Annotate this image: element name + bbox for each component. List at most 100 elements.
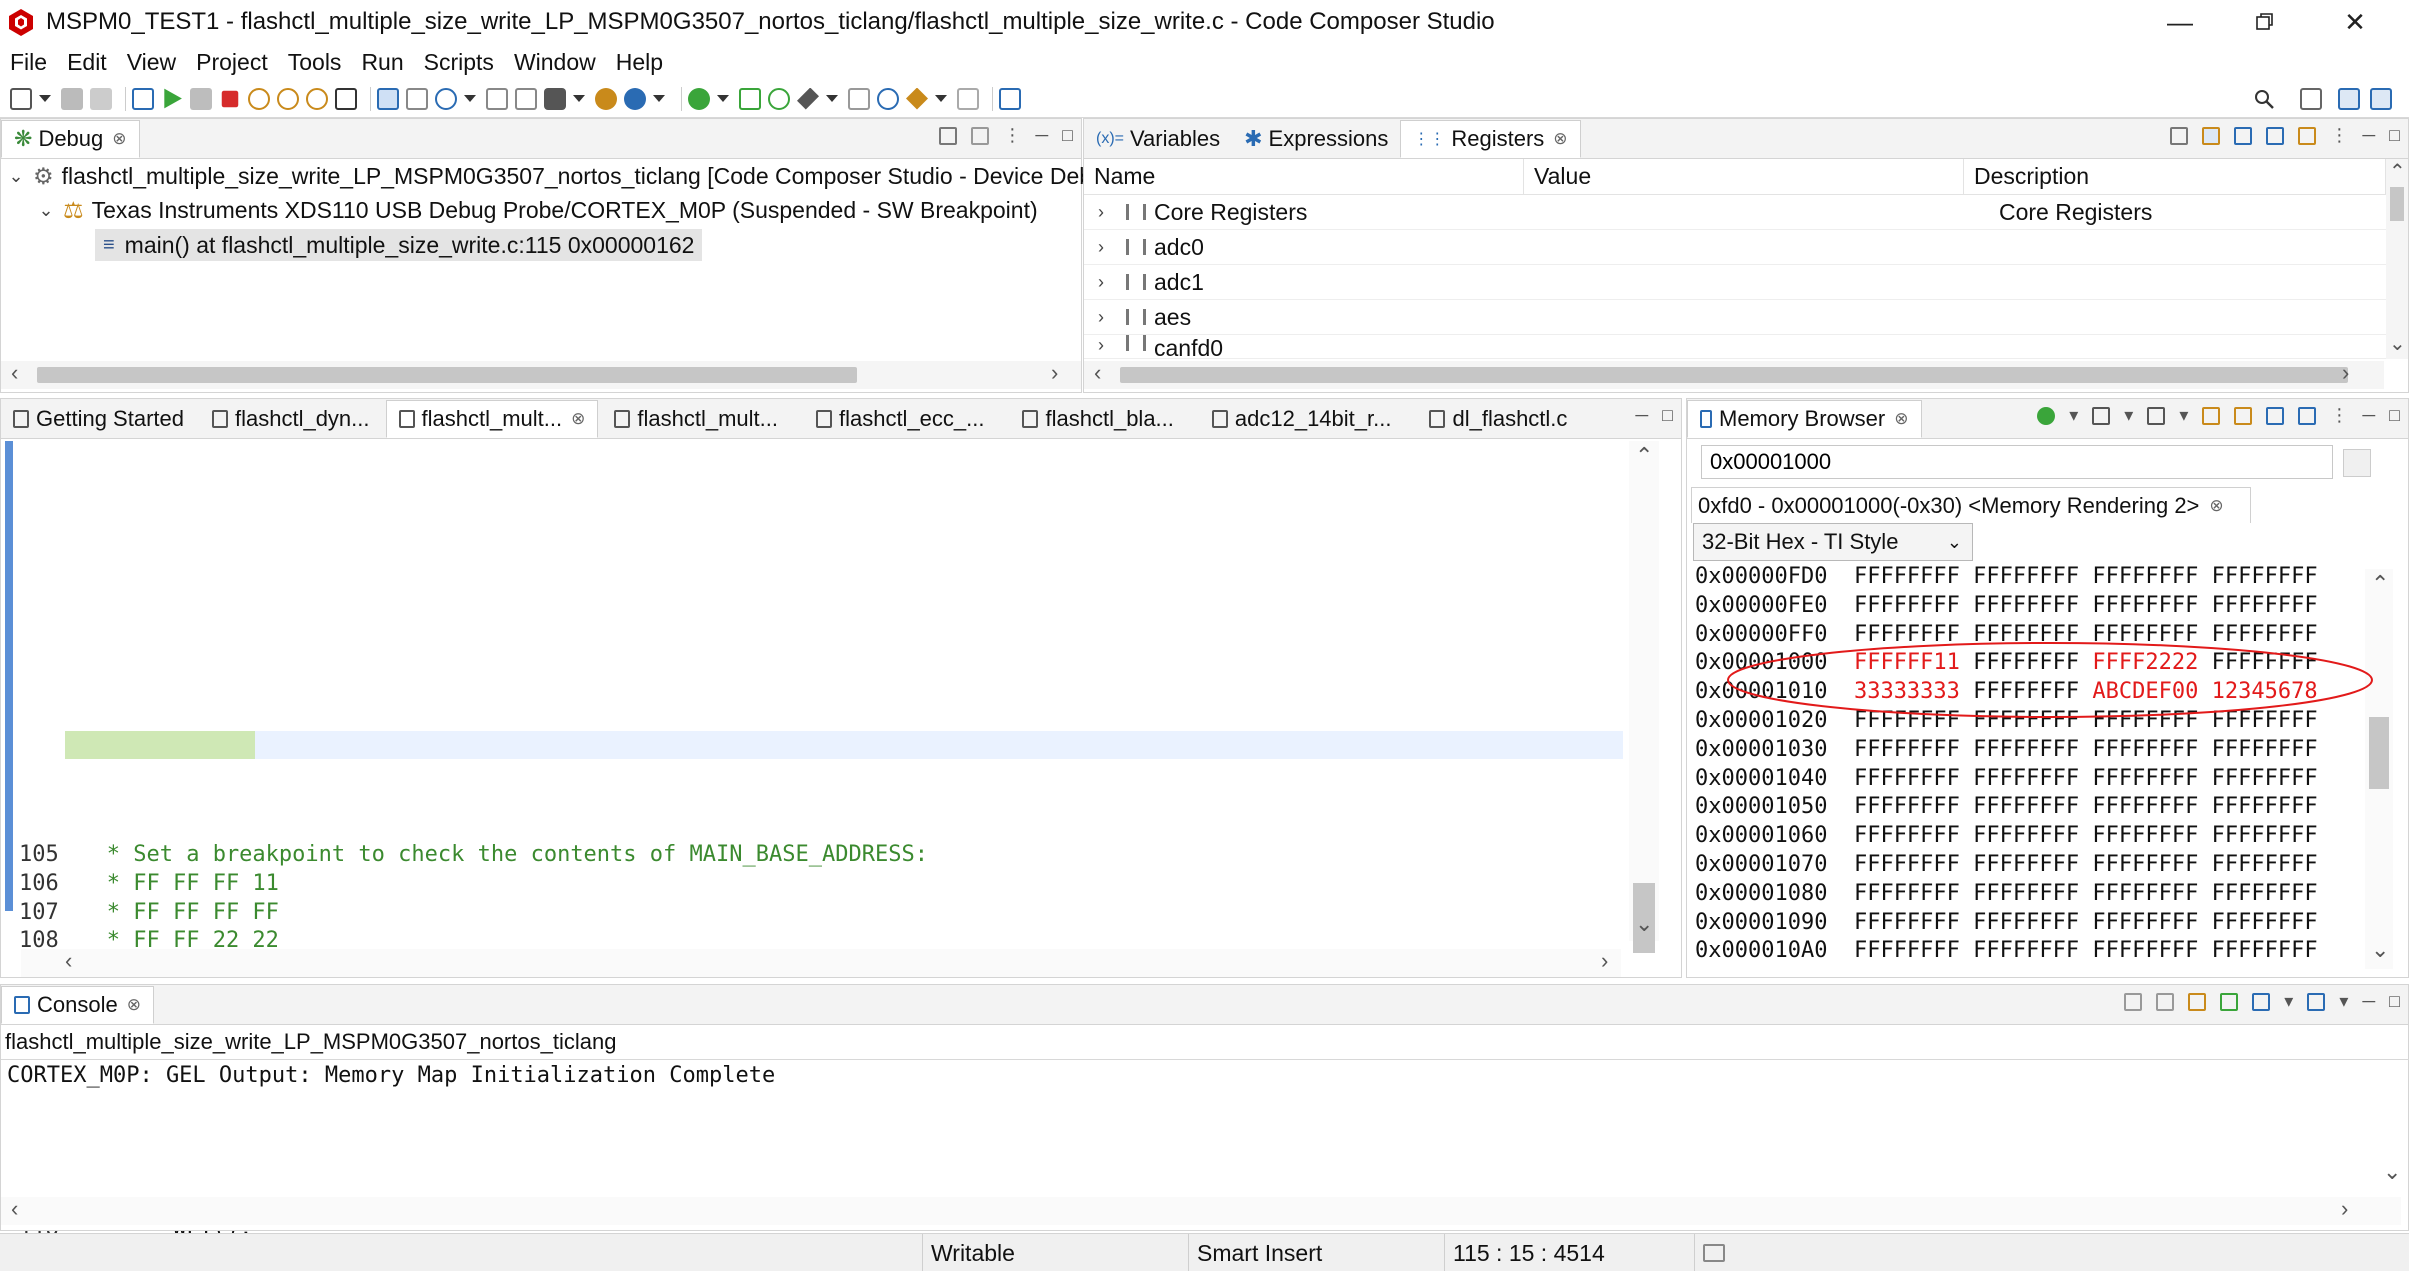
scroll-right-icon[interactable]: ›: [1601, 948, 1608, 974]
minimize-view-icon[interactable]: ─: [2362, 991, 2375, 1012]
memory-word[interactable]: FFFFFFFF: [1854, 593, 1960, 618]
scroll-left-icon[interactable]: ‹: [11, 1196, 18, 1222]
chevron-right-icon[interactable]: ›: [1090, 272, 1112, 293]
console-hscrollbar[interactable]: ‹ ›: [1, 1196, 2401, 1225]
debug-probe-node[interactable]: ⌄ ⚖ Texas Instruments XDS110 USB Debug P…: [35, 193, 1037, 227]
console-toggle-icon[interactable]: [848, 87, 870, 110]
new-dropdown-icon[interactable]: [39, 95, 51, 102]
new-console-icon[interactable]: [2307, 992, 2326, 1011]
chevron-right-icon[interactable]: ›: [1090, 202, 1112, 223]
tab-registers[interactable]: ⋮⋮ Registers ⊗: [1400, 120, 1581, 158]
register-row[interactable]: › adc1: [1084, 265, 2386, 300]
chevron-right-icon[interactable]: ›: [1090, 335, 1112, 356]
status-cursor-position[interactable]: 115 : 15 : 4514: [1444, 1234, 1694, 1271]
minimize-view-icon[interactable]: ─: [2362, 125, 2375, 146]
memory-word[interactable]: FFFFFFFF: [2212, 564, 2318, 589]
memory-row[interactable]: 0x00001040 FFFFFFFF FFFFFFFF FFFFFFFF FF…: [1695, 765, 2318, 794]
status-action[interactable]: [1694, 1234, 1764, 1271]
memory-word[interactable]: FFFFFFFF: [1973, 823, 2079, 848]
instruction-step-icon[interactable]: [377, 87, 399, 110]
code-line[interactable]: 107 * FF FF FF FF: [19, 899, 279, 928]
build-icon[interactable]: [797, 87, 819, 110]
hardware-dropdown-icon[interactable]: [573, 95, 585, 102]
tab-variables[interactable]: (x)= Variables: [1084, 120, 1232, 158]
run-to-line-icon[interactable]: [739, 87, 761, 110]
scroll-left-icon[interactable]: ‹: [11, 360, 18, 386]
memory-word[interactable]: FFFFFFFF: [2212, 794, 2318, 819]
collapse-all-icon[interactable]: [939, 126, 958, 145]
scroll-right-icon[interactable]: ›: [2341, 1196, 2348, 1222]
reset-icon[interactable]: [515, 87, 537, 110]
scroll-up-icon[interactable]: ⌃: [2371, 571, 2389, 597]
address-input[interactable]: [1701, 445, 2333, 479]
menu-file[interactable]: File: [10, 49, 47, 76]
memory-row[interactable]: 0x00001070 FFFFFFFF FFFFFFFF FFFFFFFF FF…: [1695, 851, 2318, 880]
close-icon[interactable]: ⊗: [2209, 496, 2223, 516]
memory-word[interactable]: FFFFFFFF: [1973, 564, 2079, 589]
debug-launch-dropdown-icon[interactable]: [717, 95, 729, 102]
restore-button[interactable]: [2230, 0, 2300, 44]
close-icon[interactable]: ⊗: [112, 129, 126, 149]
minimize-view-icon[interactable]: ─: [1035, 125, 1048, 146]
minimize-view-icon[interactable]: ─: [2362, 405, 2375, 426]
close-icon[interactable]: ⊗: [571, 409, 585, 429]
tab-dl-flashctl[interactable]: dl_flashctl.c: [1417, 400, 1579, 438]
memory-row[interactable]: 0x00000FE0 FFFFFFFF FFFFFFFF FFFFFFFF FF…: [1695, 592, 2318, 621]
scroll-thumb[interactable]: [2369, 717, 2389, 789]
collapse-all-icon[interactable]: [2170, 126, 2189, 145]
memory-row[interactable]: 0x00001030 FFFFFFFF FFFFFFFF FFFFFFFF FF…: [1695, 736, 2318, 765]
code-line[interactable]: 105 * Set a breakpoint to check the cont…: [19, 841, 928, 870]
stack-frame-node[interactable]: ≡ main() at flashctl_multiple_size_write…: [95, 229, 703, 261]
registers-hscrollbar[interactable]: ‹ ›: [1084, 360, 2384, 389]
refresh-continuous-icon[interactable]: [2234, 406, 2253, 425]
target-icon[interactable]: [435, 87, 457, 110]
tab-flashctl-dyn[interactable]: flashctl_dyn...: [200, 400, 382, 438]
pin-view-icon[interactable]: [2298, 406, 2317, 425]
new-icon[interactable]: [10, 87, 32, 110]
memory-word[interactable]: FFFFFFFF: [1854, 737, 1960, 762]
tab-flashctl-bla[interactable]: flashctl_bla...: [1010, 400, 1185, 438]
menu-window[interactable]: Window: [514, 49, 596, 76]
memory-row[interactable]: 0x00001050 FFFFFFFF FFFFFFFF FFFFFFFF FF…: [1695, 793, 2318, 822]
maximize-view-icon[interactable]: □: [2389, 405, 2400, 426]
memory-word[interactable]: FFFFFFFF: [1854, 852, 1960, 877]
debug-session-node[interactable]: ⌄ ⚙ flashctl_multiple_size_write_LP_MSPM…: [5, 159, 1135, 193]
connect-icon[interactable]: [406, 87, 428, 110]
memory-word[interactable]: FFFFFFFF: [1973, 938, 2079, 963]
memory-word[interactable]: FFFFFFFF: [1973, 593, 2079, 618]
link-icon[interactable]: [2147, 406, 2166, 425]
memory-word[interactable]: FFFFFFFF: [2092, 881, 2198, 906]
menu-help[interactable]: Help: [616, 49, 663, 76]
memory-word[interactable]: FFFFFFFF: [2212, 881, 2318, 906]
column-header-name[interactable]: Name: [1084, 159, 1524, 195]
memory-row[interactable]: 0x00001090 FFFFFFFF FFFFFFFF FFFFFFFF FF…: [1695, 909, 2318, 938]
memory-word[interactable]: FFFFFFFF: [1854, 881, 1960, 906]
scroll-lock-icon[interactable]: [2156, 992, 2175, 1011]
new-view-icon[interactable]: [2234, 126, 2253, 145]
tab-flashctl-multiple-size-write[interactable]: flashctl_mult... ⊗: [385, 400, 599, 438]
hardware-icon[interactable]: [544, 87, 566, 110]
dropdown-icon[interactable]: ▾: [2179, 405, 2188, 426]
memory-word[interactable]: FFFFFFFF: [1854, 938, 1960, 963]
save-all-icon[interactable]: [90, 87, 112, 110]
memory-word[interactable]: FFFFFFFF: [2212, 910, 2318, 935]
dropdown-icon[interactable]: ▾: [2284, 991, 2293, 1012]
scroll-right-icon[interactable]: ›: [2342, 360, 2349, 386]
memory-word[interactable]: FFFFFFFF: [2212, 938, 2318, 963]
memory-row[interactable]: 0x00000FD0 FFFFFFFF FFFFFFFF FFFFFFFF FF…: [1695, 563, 2318, 592]
dropdown-icon[interactable]: ▾: [2339, 991, 2348, 1012]
pin-icon[interactable]: [906, 87, 928, 110]
status-insert-mode[interactable]: Smart Insert: [1188, 1234, 1444, 1271]
chevron-right-icon[interactable]: ›: [1090, 237, 1112, 258]
register-row[interactable]: › Core Registers Core Registers: [1084, 195, 2386, 230]
scroll-thumb[interactable]: [1120, 367, 2348, 383]
scroll-right-icon[interactable]: ›: [1051, 360, 1058, 386]
memory-word[interactable]: FFFFFFFF: [2092, 737, 2198, 762]
memory-row[interactable]: 0x00001060 FFFFFFFF FFFFFFFF FFFFFFFF FF…: [1695, 822, 2318, 851]
continuous-refresh-icon[interactable]: [2298, 126, 2317, 145]
clear-console-icon[interactable]: [2124, 992, 2143, 1011]
editor-hscrollbar[interactable]: ‹ ›: [21, 948, 1621, 977]
memory-word[interactable]: FFFFFFFF: [1973, 766, 2079, 791]
debug-hscrollbar[interactable]: ‹ ›: [1, 360, 1081, 389]
search-icon[interactable]: [2253, 88, 2275, 116]
